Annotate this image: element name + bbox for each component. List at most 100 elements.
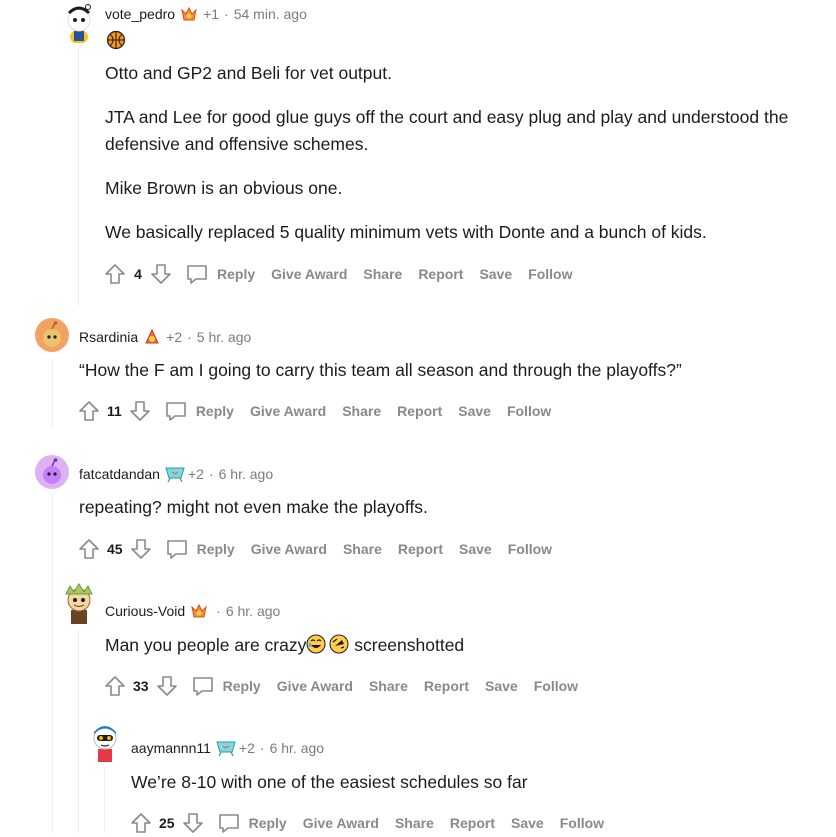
- vote-count: 45: [107, 541, 123, 557]
- reply-label: Reply: [217, 266, 256, 282]
- comment-paragraph: Otto and GP2 and Beli for vet output.: [105, 63, 392, 83]
- follow-button[interactable]: Follow: [526, 678, 586, 694]
- timestamp[interactable]: 6 hr. ago: [226, 603, 281, 619]
- reply-label: Reply: [222, 678, 261, 694]
- comment-bubble-icon: [217, 811, 241, 835]
- rolling-laughing-emoji-icon: [329, 634, 349, 654]
- share-button[interactable]: Share: [361, 678, 416, 694]
- vote-count: 33: [133, 678, 149, 694]
- comment-paragraph: We’re 8-10 with one of the easiest sched…: [131, 772, 528, 792]
- comment-paragraph: “How the F am I going to carry this team…: [79, 360, 682, 380]
- avatar[interactable]: [35, 455, 69, 489]
- flair-icon: [165, 465, 185, 483]
- share-button[interactable]: Share: [335, 541, 390, 557]
- comment-text: screenshotted: [349, 635, 465, 655]
- save-button[interactable]: Save: [477, 678, 526, 694]
- reply-button[interactable]: Reply: [213, 811, 295, 835]
- save-button[interactable]: Save: [451, 541, 500, 557]
- share-button[interactable]: Share: [355, 266, 410, 282]
- separator-dot: ·: [259, 740, 265, 756]
- thread-line[interactable]: [52, 358, 53, 428]
- timestamp[interactable]: 6 hr. ago: [219, 466, 274, 482]
- username[interactable]: Curious-Void: [105, 603, 185, 619]
- share-button[interactable]: Share: [334, 403, 389, 419]
- timestamp[interactable]: 6 hr. ago: [270, 740, 325, 756]
- save-button[interactable]: Save: [471, 266, 520, 282]
- give-award-button[interactable]: Give Award: [243, 541, 335, 557]
- comment-paragraph: repeating? might not even make the playo…: [79, 497, 428, 517]
- separator-dot: ·: [208, 466, 214, 482]
- downvote-icon[interactable]: [181, 811, 205, 835]
- share-button[interactable]: Share: [387, 815, 442, 831]
- follow-button[interactable]: Follow: [499, 403, 559, 419]
- separator-dot: ·: [224, 6, 229, 22]
- comment-bubble-icon: [164, 399, 188, 423]
- username[interactable]: aaymannn11: [131, 740, 211, 756]
- vote-count: 11: [107, 403, 122, 419]
- downvote-icon[interactable]: [155, 674, 179, 698]
- reply-label: Reply: [248, 815, 287, 831]
- reply-button[interactable]: Reply: [187, 674, 269, 698]
- avatar[interactable]: [60, 582, 98, 626]
- upvote-icon[interactable]: [77, 399, 101, 423]
- save-button[interactable]: Save: [450, 403, 499, 419]
- upvote-icon[interactable]: [103, 674, 127, 698]
- report-button[interactable]: Report: [389, 403, 450, 419]
- comment-paragraph: Mike Brown is an obvious one.: [105, 178, 343, 198]
- flair-icon: [180, 5, 198, 23]
- username[interactable]: Rsardinia: [79, 329, 138, 345]
- score-badge: +2: [166, 329, 183, 345]
- timestamp[interactable]: 5 hr. ago: [197, 329, 252, 345]
- thread-line[interactable]: [78, 48, 79, 306]
- reply-button[interactable]: Reply: [161, 537, 243, 561]
- downvote-icon[interactable]: [128, 399, 152, 423]
- give-award-button[interactable]: Give Award: [263, 266, 355, 282]
- avatar[interactable]: [86, 720, 124, 764]
- give-award-button[interactable]: Give Award: [269, 678, 361, 694]
- grinning-sweat-emoji-icon: [306, 634, 326, 654]
- comment-bubble-icon: [165, 537, 189, 561]
- thread-line[interactable]: [104, 768, 105, 833]
- downvote-icon[interactable]: [129, 537, 153, 561]
- flair-icon: [216, 739, 236, 757]
- report-button[interactable]: Report: [442, 815, 503, 831]
- reply-label: Reply: [195, 403, 234, 419]
- reply-button[interactable]: Reply: [160, 399, 242, 423]
- follow-button[interactable]: Follow: [520, 266, 580, 282]
- report-button[interactable]: Report: [410, 266, 471, 282]
- give-award-button[interactable]: Give Award: [242, 403, 334, 419]
- upvote-icon[interactable]: [77, 537, 101, 561]
- score-badge: +2: [187, 466, 204, 482]
- comment-paragraph: We basically replaced 5 quality minimum …: [105, 222, 707, 242]
- comment-bubble-icon: [185, 262, 209, 286]
- comment-paragraph: Man you people are crazy screenshotted: [105, 632, 825, 659]
- thread-line[interactable]: [52, 494, 53, 833]
- separator-dot: ·: [216, 603, 221, 619]
- comment-text: Man you people are crazy: [105, 635, 307, 655]
- flair-icon: [190, 602, 208, 620]
- comment-bubble-icon: [191, 674, 215, 698]
- score-badge: +1: [203, 6, 220, 22]
- avatar[interactable]: [61, 3, 97, 44]
- username[interactable]: vote_pedro: [105, 6, 175, 22]
- username[interactable]: fatcatdandan: [79, 466, 160, 482]
- separator-dot: ·: [187, 329, 192, 345]
- reply-button[interactable]: Reply: [181, 262, 263, 286]
- follow-button[interactable]: Follow: [552, 815, 612, 831]
- timestamp[interactable]: 54 min. ago: [234, 6, 307, 22]
- save-button[interactable]: Save: [503, 815, 552, 831]
- vote-count: 4: [134, 266, 142, 282]
- give-award-button[interactable]: Give Award: [295, 815, 387, 831]
- report-button[interactable]: Report: [390, 541, 451, 557]
- upvote-icon[interactable]: [103, 262, 127, 286]
- vote-count: 25: [159, 815, 175, 831]
- upvote-icon[interactable]: [129, 811, 153, 835]
- follow-button[interactable]: Follow: [500, 541, 560, 557]
- thread-line[interactable]: [78, 630, 79, 833]
- avatar[interactable]: [35, 318, 69, 352]
- report-button[interactable]: Report: [416, 678, 477, 694]
- basketball-flair-icon: [106, 30, 126, 55]
- downvote-icon[interactable]: [149, 262, 173, 286]
- score-badge: +2: [238, 740, 255, 756]
- reply-label: Reply: [196, 541, 235, 557]
